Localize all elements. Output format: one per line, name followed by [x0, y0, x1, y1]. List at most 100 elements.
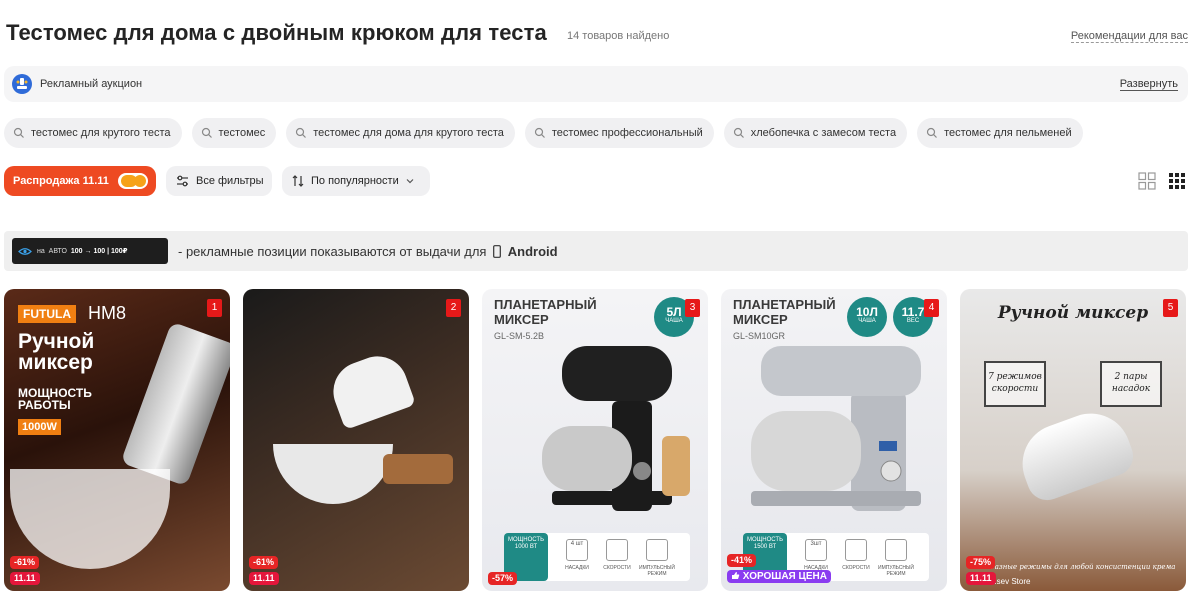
search-icon — [926, 127, 938, 138]
brand-logo: FUTULA — [18, 305, 76, 323]
product-image-mixer — [325, 347, 416, 431]
sort-dropdown[interactable]: По популярности — [282, 166, 430, 196]
feature-label: НАСАДКИ — [565, 565, 589, 571]
ad-badge-prefix: на — [37, 247, 45, 255]
volume-badge: 10Л ЧАША — [847, 297, 887, 337]
expand-button[interactable]: Развернуть — [1119, 78, 1178, 91]
chip-label: тестомес для крутого теста — [31, 127, 171, 139]
suggestion-chip[interactable]: тестомес для пельменей — [917, 118, 1083, 148]
discount-badge: -61% — [249, 556, 279, 569]
ad-position-badge: 3 — [685, 299, 700, 317]
product-caption: Разные режимы для любой консистенции кре… — [990, 563, 1176, 571]
search-icon — [296, 127, 307, 138]
discount-badge: -75% — [966, 556, 996, 569]
suggestion-chip[interactable]: тестомес профессиональный — [524, 118, 714, 148]
product-image-mixer — [1011, 402, 1139, 506]
all-filters-button[interactable]: Все фильтры — [166, 166, 272, 196]
phone-icon — [493, 245, 502, 258]
discount-badge: -61% — [10, 556, 40, 569]
search-icon — [13, 127, 24, 138]
filters-icon — [177, 175, 188, 187]
product-image-bowl — [273, 444, 393, 504]
feature-panel: МОЩНОСТЬ 1000 ВТ 4 шт НАСАДКИ СКОРОСТИ И… — [504, 533, 690, 581]
sort-icon — [292, 175, 304, 187]
ad-position-badge: 1 — [207, 299, 222, 317]
results-count: 14 товаров найдено — [567, 30, 670, 42]
product-image-cake — [383, 454, 453, 484]
ad-position-badge: 5 — [1163, 299, 1178, 317]
discount-badge: -57% — [488, 572, 518, 585]
suggestion-chip[interactable]: тестомес — [191, 118, 277, 148]
sort-label: По популярности — [311, 175, 399, 187]
ad-notice-platform: Android — [507, 244, 558, 259]
product-card[interactable]: FUTULA HM8 Ручной миксер МОЩНОСТЬ РАБОТЫ… — [4, 289, 230, 591]
toggle-knob — [134, 175, 146, 187]
thumbs-up-icon — [732, 572, 740, 579]
product-card[interactable]: Ручной миксер 7 режимов скорости 2 пары … — [960, 289, 1186, 591]
store-name: ...sev Store — [990, 577, 1031, 586]
feature-label: СКОРОСТИ — [842, 565, 870, 571]
product-model: HM8 — [88, 303, 127, 323]
good-price-badge: ХОРОШАЯ ЦЕНА — [727, 570, 831, 583]
suggestion-chip[interactable]: тестомес для крутого теста — [4, 118, 182, 148]
ad-badge-value: 100 → 100 | 100₽ — [70, 248, 128, 255]
volume-value: 10Л — [856, 305, 878, 319]
search-icon — [201, 127, 212, 138]
suggestion-chip[interactable]: тестомес для дома для крутого теста — [286, 118, 515, 148]
ad-positions-notice: на АВТО 100 → 100 | 100₽ - рекламные поз… — [4, 231, 1188, 271]
discount-badge: -41% — [727, 554, 757, 567]
chip-label: тестомес для пельменей — [944, 127, 1072, 139]
ad-badge-auto: АВТО — [48, 247, 67, 255]
recommendations-link[interactable]: Рекомендации для вас — [1070, 30, 1188, 43]
chip-label: тестомес — [218, 127, 266, 139]
search-icon — [534, 127, 545, 138]
product-model: GL-SM-5.2B — [494, 331, 545, 341]
sale-filter-button[interactable]: Распродажа 11.11 — [4, 166, 156, 196]
pulse-icon — [885, 539, 907, 561]
weight-unit: ВЕС — [906, 318, 920, 324]
product-subline: МОЩНОСТЬ РАБОТЫ — [18, 386, 92, 412]
feature-label: ИМПУЛЬСНЫЙ РЕЖИМ — [877, 565, 915, 577]
search-icon — [733, 127, 744, 138]
sale-tag: 11.11 — [10, 572, 40, 585]
page-title: Тестомес для дома с двойным крюком для т… — [6, 20, 547, 45]
feature-label: ИМПУЛЬСНЫЙ РЕЖИМ — [638, 565, 676, 577]
dense-grid-view-icon[interactable] — [1168, 172, 1186, 190]
feature-box: 2 пары насадок — [1100, 361, 1162, 407]
product-headline: Ручной миксер — [18, 330, 95, 374]
chip-label: тестомес профессиональный — [551, 127, 703, 139]
product-image-bowl — [10, 469, 170, 569]
ad-auction-label: Рекламный аукцион — [40, 78, 143, 90]
feature-box: 7 режимов скорости — [984, 361, 1046, 407]
ad-notice-message: - рекламные позиции показываются от выда… — [178, 244, 487, 259]
good-price-label: ХОРОШАЯ ЦЕНА — [742, 571, 827, 582]
product-card[interactable]: ПЛАНЕТАРНЫЙ МИКСЕР GL-SM-5.2B 5Л ЧАША МО… — [482, 289, 708, 591]
sale-toggle[interactable] — [118, 173, 148, 189]
chevron-down-icon — [406, 179, 414, 184]
results-header: Тестомес для дома с двойным крюком для т… — [6, 18, 1190, 54]
product-model: GL-SM10GR — [733, 331, 786, 341]
product-image-stand-mixer — [751, 346, 921, 511]
suggestion-chip[interactable]: хлебопечка с замесом теста — [723, 118, 908, 148]
chip-label: хлебопечка с замесом теста — [750, 127, 897, 139]
product-power: 1000W — [18, 419, 61, 435]
product-card[interactable]: ПЛАНЕТАРНЫЙ МИКСЕР GL-SM10GR 10Л ЧАША 11… — [721, 289, 947, 591]
suggestion-chips: тестомес для крутого теста тестомес тест… — [4, 118, 1083, 148]
all-filters-label: Все фильтры — [196, 175, 264, 187]
controls-row: Распродажа 11.11 Все фильтры По популярн… — [4, 166, 1188, 196]
grid-view-icon[interactable] — [1138, 172, 1156, 190]
product-card[interactable]: 2 -61% 11.11 — [243, 289, 469, 591]
feature-count: 3шт — [810, 541, 822, 547]
ad-bid-badge: на АВТО 100 → 100 | 100₽ — [12, 238, 168, 264]
ad-auction-icon — [12, 74, 32, 94]
product-title: ПЛАНЕТАРНЫЙ МИКСЕР — [494, 297, 597, 327]
sale-tag: 11.11 — [966, 572, 996, 585]
product-title: Ручной миксер — [997, 303, 1149, 323]
volume-unit: ЧАША — [858, 318, 876, 324]
ad-notice-text: - рекламные позиции показываются от выда… — [178, 244, 558, 259]
volume-unit: ЧАША — [665, 318, 683, 324]
sale-filter-label: Распродажа 11.11 — [13, 175, 109, 187]
feature-label: СКОРОСТИ — [603, 565, 631, 571]
speed-icon — [845, 539, 867, 561]
pulse-icon — [646, 539, 668, 561]
